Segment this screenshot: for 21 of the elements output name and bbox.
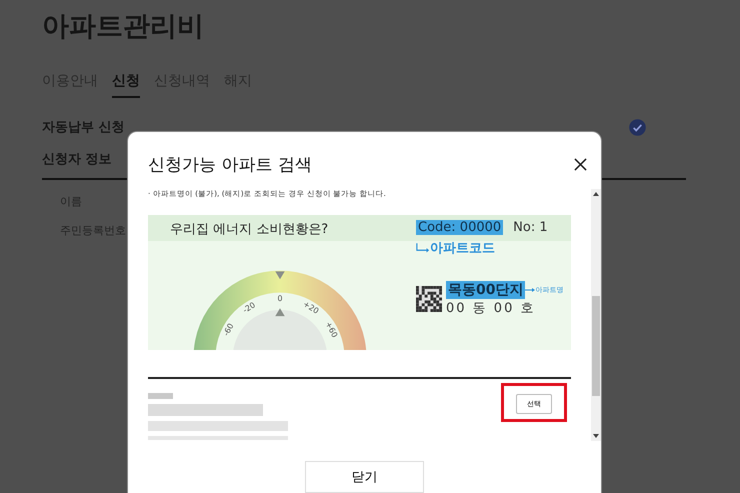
- close-icon[interactable]: [574, 158, 587, 172]
- number-text: No: 1: [513, 220, 548, 236]
- tab[interactable]: 신청: [112, 72, 140, 98]
- check-icon[interactable]: [629, 118, 646, 136]
- code-label: 아파트코드: [430, 240, 495, 258]
- apartment-code: Code: 00000: [416, 220, 504, 236]
- leader-line: [525, 287, 536, 294]
- page-title: 아파트관리비: [42, 10, 205, 44]
- close-button[interactable]: 닫기: [305, 461, 424, 493]
- banner-heading: 우리집 에너지 소비현황은?: [170, 221, 328, 238]
- blurred-text: [148, 393, 173, 400]
- gauge-tick-label: 0: [278, 294, 282, 304]
- scroll-down-icon[interactable]: [593, 434, 599, 438]
- scroll-up-icon[interactable]: [593, 192, 599, 196]
- unit-text: 00 동 00 호: [446, 300, 536, 318]
- modal-title: 신청가능 아파트 검색: [148, 154, 312, 176]
- scrollbar[interactable]: [591, 189, 601, 441]
- qr-code-icon: [416, 286, 442, 312]
- apartment-name: 목동00단지: [446, 281, 526, 300]
- leader-line: [416, 242, 430, 254]
- section-title: 자동납부 신청: [42, 119, 125, 136]
